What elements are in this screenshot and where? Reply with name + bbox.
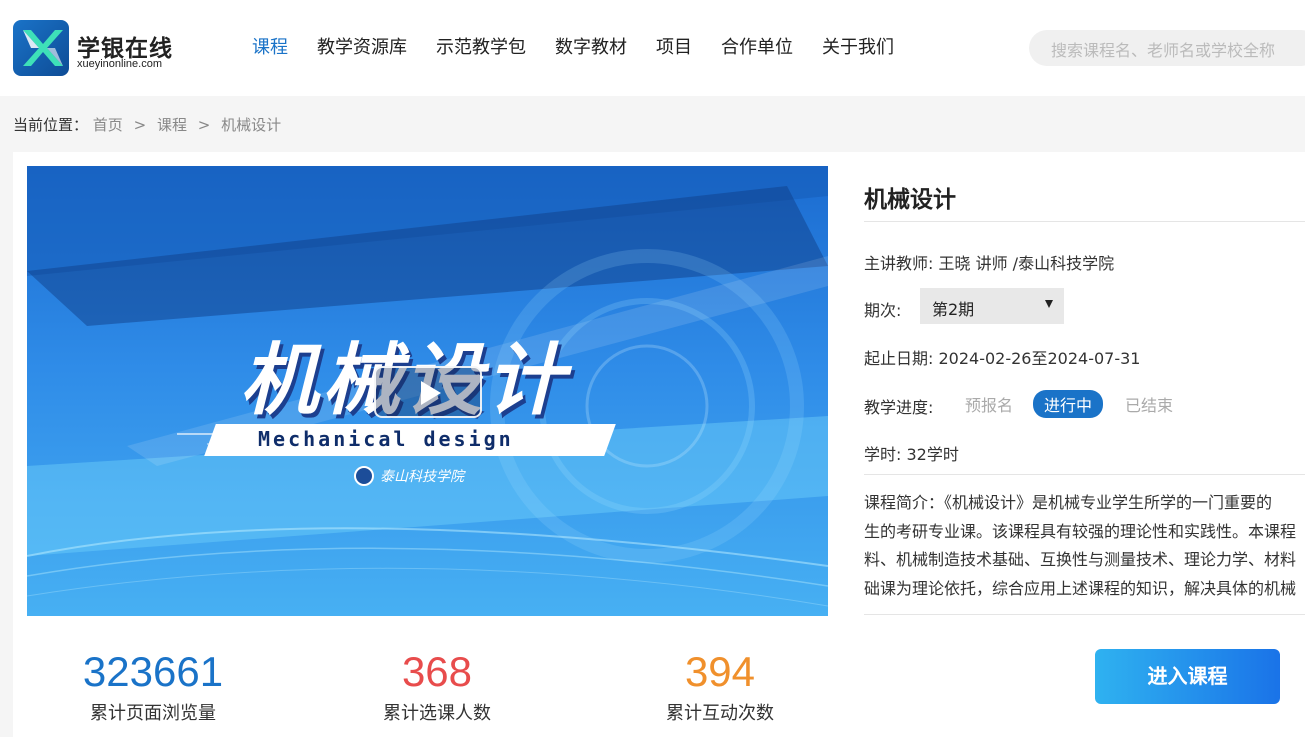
intro-line: 料、机械制造技术基础、互换性与测量技术、理论力学、材料 (864, 550, 1297, 569)
stat-interactions-value: 394 (684, 648, 756, 695)
breadcrumb-separator: > (133, 116, 147, 134)
nav-item-about[interactable]: 关于我们 (822, 35, 894, 61)
title-divider (864, 221, 1305, 222)
progress-stage-ended: 已结束 (1125, 396, 1174, 415)
term-select-value: 第2期 (932, 300, 975, 319)
search-input[interactable]: 搜索课程名、老师名或学校全称 (1029, 30, 1305, 66)
teacher-value: 王晓 讲师 /泰山科技学院 (938, 254, 1115, 273)
stat-interactions-label: 累计互动次数 (666, 703, 774, 724)
breadcrumb-current: 机械设计 (221, 116, 282, 134)
nav-item-demo-packages[interactable]: 示范教学包 (436, 35, 526, 61)
nav-item-resource-library[interactable]: 教学资源库 (317, 35, 407, 61)
play-button[interactable] (374, 366, 482, 418)
term-select[interactable]: 第2期 (920, 288, 1064, 324)
site-header: 学银在线 xueyinonline.com 课程 教学资源库 示范教学包 数字教… (0, 0, 1305, 96)
school-seal-icon (354, 466, 374, 486)
cover-school-name: 泰山科技学院 (380, 469, 464, 485)
xueyin-logo-icon[interactable] (13, 20, 69, 76)
progress-stage-preregister: 预报名 (965, 396, 1014, 415)
stat-enrollments-label: 累计选课人数 (383, 703, 491, 724)
breadcrumb-separator: > (197, 116, 211, 134)
play-icon (421, 381, 441, 405)
hours-label: 学时: (864, 445, 902, 464)
course-intro: 课程简介：《机械设计》是机械专业学生所学的一门重要的 生的考研专业课。该课程具有… (864, 489, 1305, 601)
progress-stage-ongoing: 进行中 (1033, 390, 1104, 418)
nav-item-partners[interactable]: 合作单位 (721, 35, 793, 61)
cover-subtitle: Mechanical design (258, 427, 514, 451)
intro-line: 础课为理论依托，综合应用上述课程的知识，解决具体的机械 (864, 578, 1297, 598)
nav-item-courses[interactable]: 课程 (252, 35, 288, 61)
stat-page-views-label: 累计页面浏览量 (90, 703, 216, 724)
teacher-label: 主讲教师: (864, 254, 934, 273)
intro-line: 生的考研专业课。该课程具有较强的理论性和实践性。本课程 (864, 521, 1297, 541)
stat-enrollments-value: 368 (401, 648, 473, 695)
date-label: 起止日期: (864, 349, 934, 368)
course-title: 机械设计 (864, 187, 956, 213)
stat-page-views-value: 323661 (82, 648, 224, 695)
intro-divider (864, 614, 1305, 615)
date-value: 2024-02-26至2024-07-31 (938, 349, 1141, 368)
hours-value: 32学时 (906, 445, 959, 464)
breadcrumb-home[interactable]: 首页 (93, 116, 123, 134)
brand-url: xueyinonline.com (77, 58, 162, 70)
hours-row: 学时: 32学时 (864, 441, 959, 465)
stat-interactions: 394 累计互动次数 (645, 648, 795, 725)
breadcrumb-courses[interactable]: 课程 (157, 116, 187, 134)
caret-down-icon (1045, 300, 1053, 308)
intro-line: 课程简介：《机械设计》是机械专业学生所学的一门重要的 (864, 493, 1273, 512)
enter-course-button[interactable]: 进入课程 (1095, 649, 1280, 704)
hours-divider (864, 474, 1305, 475)
breadcrumb-prefix: 当前位置： (13, 116, 89, 134)
stat-page-views: 323661 累计页面浏览量 (78, 648, 228, 725)
term-label: 期次: (864, 301, 902, 320)
teacher-row: 主讲教师: 王晓 讲师 /泰山科技学院 (864, 250, 1114, 274)
breadcrumb: 当前位置： 首页 > 课程 > 机械设计 (13, 114, 281, 135)
date-row: 起止日期: 2024-02-26至2024-07-31 (864, 345, 1140, 369)
nav-item-projects[interactable]: 项目 (656, 35, 692, 61)
stat-enrollments: 368 累计选课人数 (362, 648, 512, 725)
main-nav: 课程 教学资源库 示范教学包 数字教材 项目 合作单位 关于我们 (252, 35, 923, 61)
nav-item-digital-textbooks[interactable]: 数字教材 (555, 35, 627, 61)
progress-label: 教学进度: (864, 398, 934, 417)
